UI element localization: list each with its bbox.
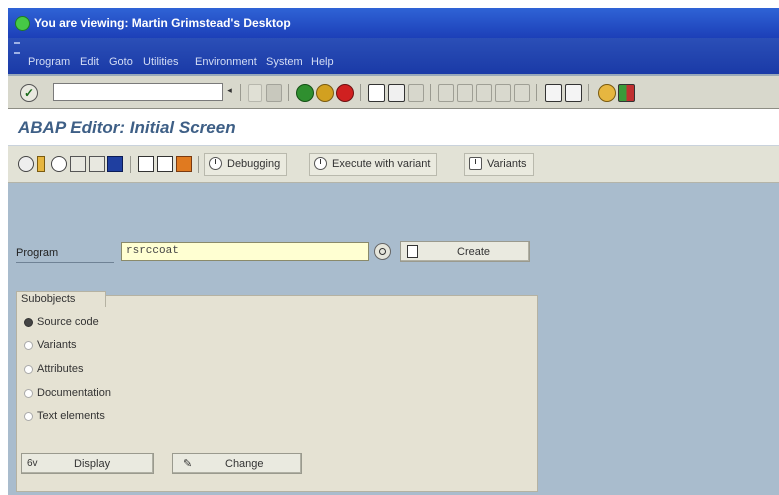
variants-icon [469, 157, 482, 170]
menu-goto[interactable]: Goto [109, 56, 133, 68]
debugging-button[interactable]: Debugging [204, 153, 288, 176]
radio-label: Documentation [37, 387, 111, 399]
find-next-icon[interactable] [408, 84, 424, 102]
variants-label: Variants [487, 158, 527, 170]
other-object-icon[interactable] [18, 156, 34, 172]
pencil-icon: ✎ [183, 458, 193, 470]
where-used-icon[interactable] [70, 156, 86, 172]
create-document-icon [407, 245, 418, 258]
menu-help[interactable]: Help [311, 56, 334, 68]
last-page-icon[interactable] [495, 84, 511, 102]
radio-label: Source code [37, 316, 99, 328]
save-icon[interactable] [266, 84, 282, 102]
previous-page-icon[interactable] [457, 84, 473, 102]
subobjects-title: Subobjects [16, 291, 106, 307]
menu-utilities[interactable]: Utilities [143, 56, 178, 68]
toolbar-separator [430, 84, 431, 101]
execute-with-variant-label: Execute with variant [332, 158, 431, 170]
menu-bar: Program Edit Goto Utilities Environment … [8, 38, 779, 76]
execute-icon[interactable] [89, 156, 105, 172]
window-title: You are viewing: Martin Grimstead's Desk… [34, 16, 291, 30]
arrow-icon[interactable] [248, 84, 262, 102]
toolbar-separator [240, 84, 241, 101]
toolbar-separator [536, 84, 537, 101]
exit-icon[interactable] [316, 84, 334, 102]
menu-environment[interactable]: Environment [195, 56, 257, 68]
toolbar-separator [288, 84, 289, 101]
menu-system[interactable]: System [266, 56, 303, 68]
copy-icon[interactable] [157, 156, 173, 172]
delete-icon[interactable] [138, 156, 154, 172]
toolbar-separator [360, 84, 361, 101]
program-input[interactable]: rsrccoat [121, 242, 369, 261]
command-history-icon[interactable]: ◂ [225, 85, 234, 99]
create-button[interactable]: Create [400, 241, 530, 262]
page-icon[interactable] [514, 84, 530, 102]
info-icon[interactable] [107, 156, 123, 172]
display-glasses-icon: 6v [27, 458, 38, 469]
radio-icon [24, 341, 33, 350]
debugging-label: Debugging [227, 158, 281, 170]
program-label: Program [16, 247, 114, 263]
page-title: ABAP Editor: Initial Screen [18, 118, 236, 137]
command-field[interactable] [53, 83, 223, 101]
menu-edit[interactable]: Edit [80, 56, 99, 68]
shortcut-icon[interactable] [565, 84, 582, 102]
create-session-icon[interactable] [545, 84, 562, 102]
variants-button[interactable]: Variants [464, 153, 534, 176]
radio-label: Attributes [37, 363, 84, 375]
change-label: Change [225, 458, 264, 470]
menu-program[interactable]: Program [28, 56, 70, 68]
debug-clock-icon [209, 157, 222, 170]
title-bar: You are viewing: Martin Grimstead's Desk… [8, 8, 779, 38]
find-icon[interactable] [388, 84, 405, 102]
application-toolbar: Debugging Execute with variant Variants [8, 146, 779, 183]
value-help-icon[interactable] [374, 243, 391, 260]
help-icon[interactable] [598, 84, 616, 102]
cancel-icon[interactable] [336, 84, 354, 102]
display-button[interactable]: 6v Display [21, 453, 154, 474]
execute-clock-icon [314, 157, 327, 170]
display-label: Display [74, 458, 111, 470]
activate-icon[interactable] [51, 156, 67, 172]
radio-icon [24, 389, 33, 398]
radio-icon [24, 365, 33, 374]
execute-with-variant-button[interactable]: Execute with variant [309, 153, 438, 176]
create-label: Create [457, 246, 491, 258]
radio-label: Variants [37, 339, 77, 351]
menu-grip-icon [14, 42, 20, 54]
radio-icon [24, 412, 33, 421]
toolbar-separator [130, 156, 131, 173]
screen-title-area: ABAP Editor: Initial Screen [8, 109, 779, 146]
change-button[interactable]: ✎ Change [172, 453, 302, 474]
check-icon[interactable] [37, 156, 45, 172]
back-icon[interactable] [296, 84, 314, 102]
layout-icon[interactable] [618, 84, 635, 102]
standard-toolbar: ✓ ◂ [8, 76, 779, 109]
first-page-icon[interactable] [438, 84, 454, 102]
radio-selected-icon [24, 318, 33, 327]
remote-session-icon [15, 16, 30, 31]
radio-label: Text elements [37, 410, 105, 422]
print-icon[interactable] [368, 84, 385, 102]
next-page-icon[interactable] [476, 84, 492, 102]
toolbar-separator [588, 84, 589, 101]
enter-icon[interactable]: ✓ [20, 84, 38, 102]
toolbar-separator [198, 156, 199, 173]
rename-icon[interactable] [176, 156, 192, 172]
sap-window: You are viewing: Martin Grimstead's Desk… [8, 8, 779, 495]
